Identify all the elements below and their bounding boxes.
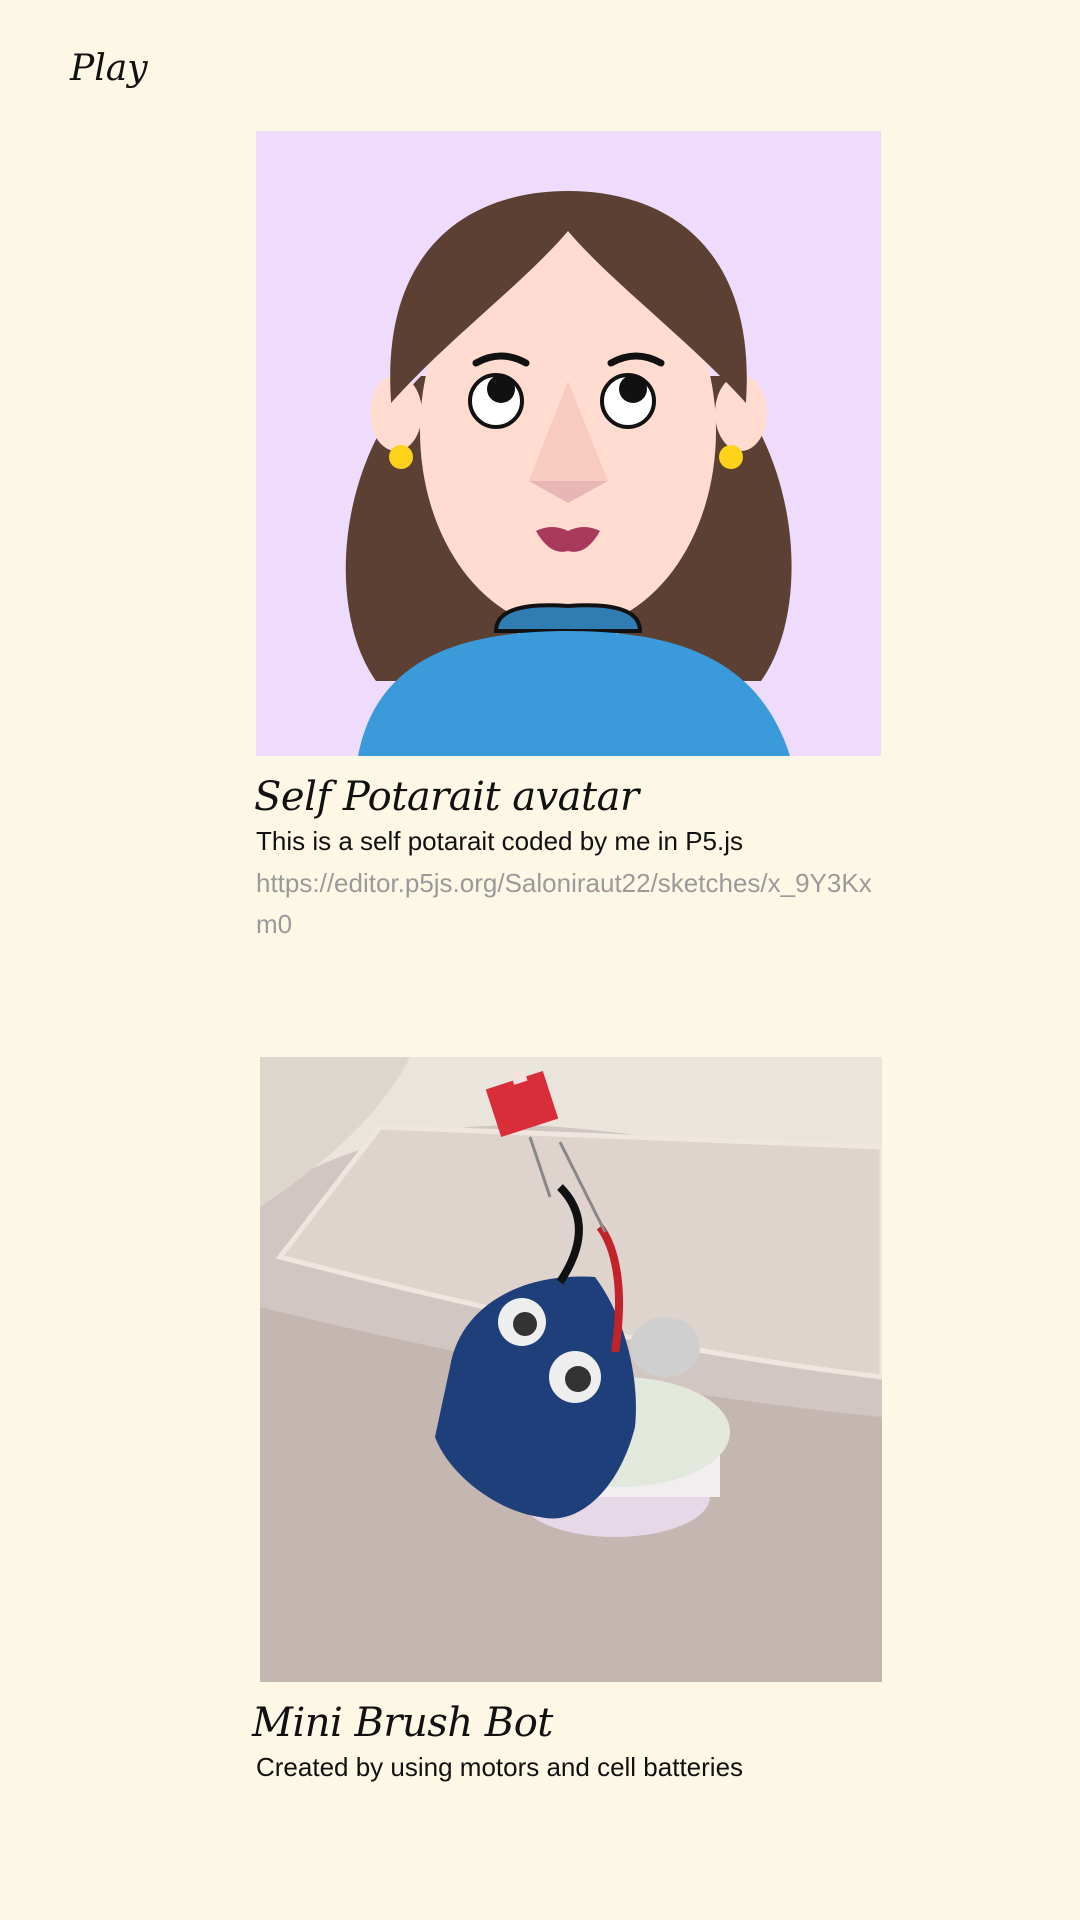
project-link[interactable]: https://editor.p5js.org/Saloniraut22/ske… — [256, 863, 876, 945]
project-title: Mini Brush Bot — [252, 1700, 553, 1746]
project-card-brushbot: Mini Brush Bot Created by using motors a… — [252, 1057, 882, 1789]
page-title[interactable]: Play — [70, 48, 148, 89]
avatar-illustration[interactable] — [256, 131, 881, 756]
project-title: Self Potarait avatar — [254, 774, 639, 820]
brushbot-photo[interactable] — [260, 1057, 882, 1682]
project-card-avatar: Self Potarait avatar This is a self pota… — [254, 131, 881, 945]
project-description: Created by using motors and cell batteri… — [256, 1752, 744, 1782]
project-description: This is a self potarait coded by me in P… — [256, 826, 744, 856]
